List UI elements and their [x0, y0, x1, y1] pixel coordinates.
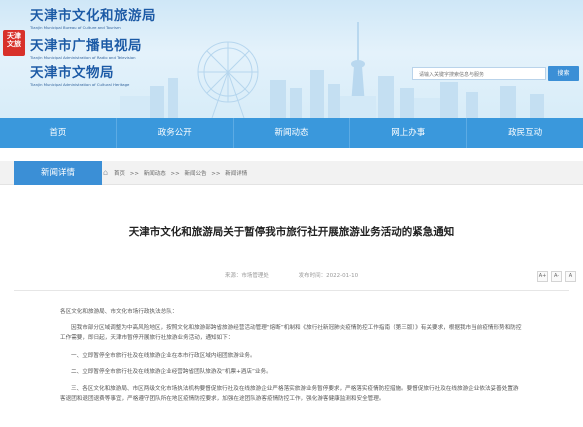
article-paragraph: 三、各区文化和旅游局、市区两级文化市场执法机构要督促旅行社及在线旅游企业严格落实…	[60, 386, 519, 402]
breadcrumb-current: 新闻详情	[225, 171, 248, 177]
org-title-radio-tv[interactable]: 天津市广播电视局 Tianjin Municipal Administratio…	[30, 34, 142, 60]
article-paragraph: 各区文化和旅游局、市文化市场行政执法总队：	[60, 309, 178, 315]
article-title: 天津市文化和旅游局关于暂停我市旅行社开展旅游业务活动的紧急通知	[128, 226, 455, 238]
emblem-seal: 天津 文旅	[3, 30, 25, 56]
nav-item-interaction[interactable]: 政民互动	[467, 118, 583, 148]
breadcrumb-separator: >>	[170, 171, 180, 177]
divider	[14, 290, 569, 291]
article-paragraph: 一、立即暂停全市旅行社及在线旅游企业在本市行政区域内组团旅游业务。	[71, 353, 256, 359]
org-title-culture-tourism[interactable]: 天津市文化和旅游局 Tianjin Municipal Bureau of Cu…	[30, 4, 156, 30]
article-meta: 来源：市场管理处 发布时间：2022-01-10	[0, 271, 583, 279]
org-name-cn: 天津市文物局	[30, 65, 114, 81]
home-icon: ⌂	[103, 168, 109, 177]
org-name-en: Tianjin Municipal Administration of Radi…	[30, 55, 136, 60]
section-tab-news-detail: 新闻详情	[14, 161, 102, 185]
search-button[interactable]: 搜索	[548, 66, 579, 81]
breadcrumb: 首页 >> 新闻动态 >> 新闻公告 >> 新闻详情	[114, 169, 250, 177]
org-name-cn: 天津市广播电视局	[30, 38, 142, 54]
org-title-cultural-heritage[interactable]: 天津市文物局 Tianjin Municipal Administration …	[30, 61, 129, 87]
header-banner: 天津 文旅 天津市文化和旅游局 Tianjin Municipal Bureau …	[0, 0, 583, 118]
breadcrumb-separator: >>	[211, 171, 221, 177]
breadcrumb-announcements[interactable]: 新闻公告	[184, 171, 206, 177]
font-size-tools: A+ A- A	[537, 271, 576, 282]
main-nav: 首页 政务公开 新闻动态 网上办事 政民互动	[0, 118, 583, 148]
breadcrumb-news[interactable]: 新闻动态	[144, 171, 166, 177]
org-name-en: Tianjin Municipal Administration of Cult…	[30, 82, 130, 87]
font-increase-button[interactable]: A+	[537, 271, 548, 282]
org-name-en: Tianjin Municipal Bureau of Culture and …	[30, 25, 121, 30]
article-paragraph: 二、立即暂停全市旅行社及在线旅游企业经营跨省团队旅游及“机票+酒店”业务。	[71, 369, 272, 375]
nav-item-news[interactable]: 新闻动态	[234, 118, 351, 148]
breadcrumb-home[interactable]: 首页	[114, 171, 125, 177]
article-paragraph: 因我市部分区域调整为中高风险地区，按照文化和旅游部跨省旅游经营活动管理“熔断”机…	[60, 325, 522, 341]
font-reset-button[interactable]: A	[565, 271, 576, 282]
org-name-cn: 天津市文化和旅游局	[30, 8, 156, 24]
nav-item-online-services[interactable]: 网上办事	[350, 118, 468, 148]
search-input[interactable]	[412, 67, 546, 80]
font-decrease-button[interactable]: A-	[551, 271, 562, 282]
article-date: 发布时间：2022-01-10	[298, 273, 359, 279]
nav-item-gov-affairs[interactable]: 政务公开	[117, 118, 234, 148]
breadcrumb-bar: 新闻详情 ⌂ 首页 >> 新闻动态 >> 新闻公告 >> 新闻详情	[0, 161, 583, 185]
article-source: 来源：市场管理处	[224, 273, 269, 279]
breadcrumb-separator: >>	[129, 171, 139, 177]
nav-item-home[interactable]: 首页	[0, 118, 117, 148]
